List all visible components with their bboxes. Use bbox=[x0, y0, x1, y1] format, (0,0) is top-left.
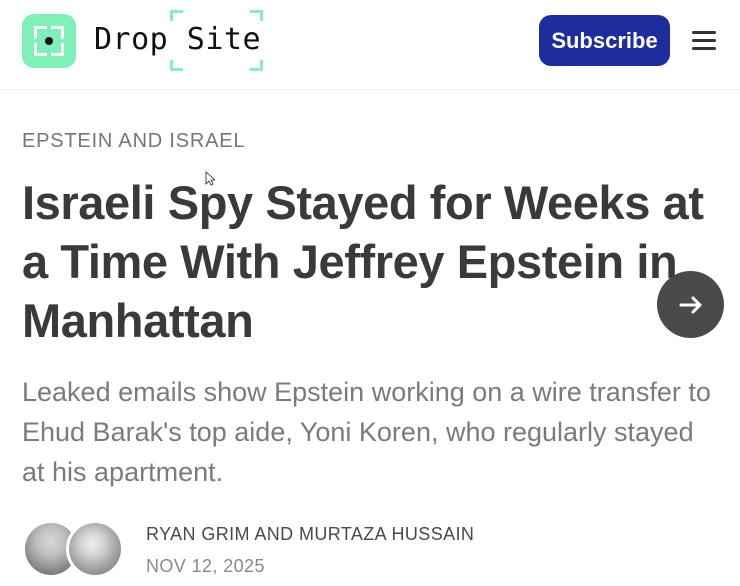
site-title[interactable]: Drop Site bbox=[94, 22, 261, 58]
article-dek: Leaked emails show Epstein working on a … bbox=[22, 377, 711, 487]
byline: RYAN GRIM AND MURTAZA HUSSAIN NOV 12, 20… bbox=[22, 520, 722, 580]
title-bracket-bottom-right bbox=[250, 60, 263, 71]
next-article-button[interactable] bbox=[657, 271, 724, 338]
logo-corner-bottom-left bbox=[34, 43, 47, 56]
arrow-right-icon bbox=[679, 296, 701, 313]
page: Drop Site Subscribe EPSTEIN AND ISRAEL I… bbox=[0, 0, 740, 586]
author-names[interactable]: RYAN GRIM AND MURTAZA HUSSAIN bbox=[146, 523, 474, 545]
menu-line bbox=[692, 47, 716, 50]
logo-corner-top-left bbox=[34, 26, 47, 39]
publish-date: NOV 12, 2025 bbox=[146, 556, 265, 576]
title-bracket-bottom-left bbox=[170, 60, 183, 71]
subscribe-button[interactable]: Subscribe bbox=[539, 15, 670, 66]
author-avatar[interactable] bbox=[66, 520, 124, 578]
title-bracket-top-right bbox=[250, 10, 263, 21]
article-headline: Israeli Spy Stayed for Weeks at a Time W… bbox=[22, 176, 704, 347]
menu-line bbox=[692, 31, 716, 34]
logo-corner-bottom-right bbox=[51, 43, 64, 56]
menu-icon[interactable] bbox=[692, 31, 716, 51]
menu-line bbox=[692, 39, 716, 42]
logo-dot bbox=[45, 37, 53, 45]
logo-corner-top-right bbox=[51, 26, 64, 39]
site-header: Drop Site Subscribe bbox=[0, 0, 740, 90]
title-bracket-top-left bbox=[170, 10, 183, 21]
mouse-pointer-icon bbox=[205, 171, 215, 186]
article-kicker[interactable]: EPSTEIN AND ISRAEL bbox=[22, 129, 245, 153]
drop-site-logo-icon[interactable] bbox=[22, 14, 76, 68]
